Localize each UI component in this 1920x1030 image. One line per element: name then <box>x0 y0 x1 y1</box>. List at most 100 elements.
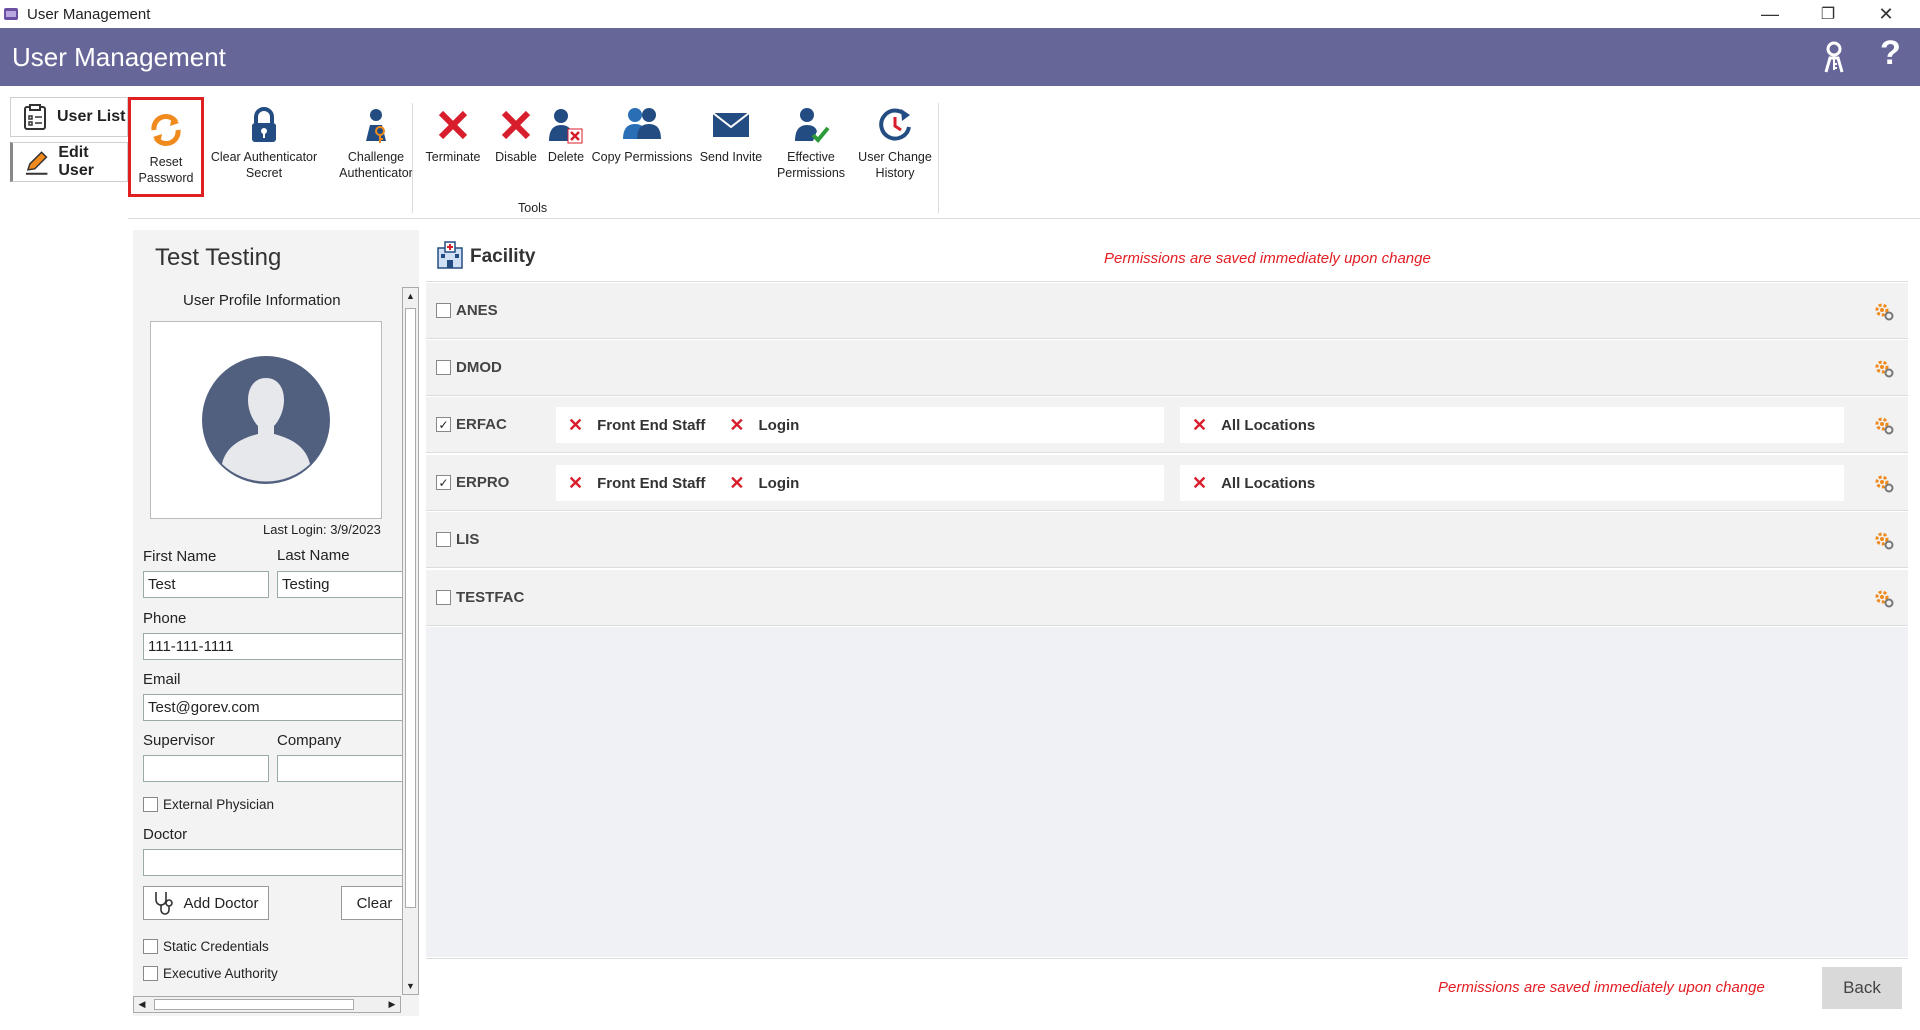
facility-row-anes: ANES <box>426 283 1908 339</box>
disable-button[interactable]: Disable <box>488 95 544 195</box>
facility-checkbox[interactable] <box>436 360 451 375</box>
app-header: User Management ? <box>0 28 1920 86</box>
remove-x-icon[interactable]: ✕ <box>1192 415 1207 436</box>
doctor-label: Doctor <box>143 826 188 843</box>
help-button[interactable]: ? <box>1880 34 1901 73</box>
role-permission-box[interactable]: ✕ Front End Staff ✕ Login <box>556 407 1164 443</box>
scroll-right-arrow-icon[interactable]: ▶ <box>384 997 400 1012</box>
remove-x-icon[interactable]: ✕ <box>1192 473 1207 494</box>
remove-x-icon[interactable]: ✕ <box>568 473 583 494</box>
scroll-up-arrow-icon[interactable]: ▲ <box>403 288 418 304</box>
back-button[interactable]: Back <box>1822 967 1902 1009</box>
executive-authority-label: Executive Authority <box>163 966 278 981</box>
facility-name: DMOD <box>456 359 502 376</box>
email-label: Email <box>143 671 181 688</box>
facility-checkbox[interactable] <box>436 303 451 318</box>
toolbar-group-label: Tools <box>518 201 548 215</box>
gears-icon[interactable] <box>1874 415 1894 435</box>
phone-input[interactable]: 111-111-1111 <box>143 633 407 660</box>
clear-authenticator-secret-button[interactable]: Clear Authenticator Secret <box>206 95 322 195</box>
vertical-scroll-thumb[interactable] <box>405 308 416 908</box>
role-label: Front End Staff <box>597 474 706 492</box>
envelope-icon <box>712 112 750 137</box>
user-change-history-button[interactable]: User Change History <box>852 95 938 195</box>
profile-vertical-scrollbar[interactable]: ▲ ▼ <box>402 287 419 995</box>
location-label: All Locations <box>1221 416 1316 434</box>
facility-checkbox[interactable] <box>436 532 451 547</box>
first-name-input[interactable]: Test <box>143 571 269 598</box>
location-box[interactable]: ✕ All Locations <box>1180 465 1844 501</box>
last-name-input[interactable]: Testing <box>277 571 407 598</box>
page-title: User Management <box>12 42 226 72</box>
challenge-auth-label-2: Authenticator <box>339 166 413 180</box>
location-box[interactable]: ✕ All Locations <box>1180 407 1844 443</box>
facility-row-lis: LIS <box>426 512 1908 568</box>
facility-row-erfac: ✓ ERFAC ✕ Front End Staff ✕ Login ✕ All … <box>426 397 1908 453</box>
remove-x-icon[interactable]: ✕ <box>729 415 744 436</box>
tab-user-list[interactable]: User List <box>10 97 128 137</box>
facility-checkbox[interactable] <box>436 590 451 605</box>
add-doctor-label: Add Doctor <box>183 894 259 912</box>
disable-label: Disable <box>495 150 537 164</box>
doctor-input[interactable] <box>143 849 407 876</box>
clear-doctor-button[interactable]: Clear <box>341 886 407 920</box>
effective-permissions-label-1: Effective <box>787 150 835 164</box>
executive-authority-checkbox[interactable] <box>143 966 158 981</box>
static-credentials-checkbox[interactable] <box>143 939 158 954</box>
minimize-button[interactable]: — <box>1742 0 1798 28</box>
email-input[interactable]: Test@gorev.com <box>143 694 407 721</box>
supervisor-input[interactable] <box>143 755 269 782</box>
facility-name: ERPRO <box>456 474 510 491</box>
remove-x-icon[interactable]: ✕ <box>729 473 744 494</box>
close-button[interactable]: ✕ <box>1858 0 1914 28</box>
facility-header: Facility Permissions are saved immediate… <box>426 230 1908 282</box>
terminate-label: Terminate <box>425 150 481 164</box>
facility-checkbox[interactable]: ✓ <box>436 475 451 490</box>
tab-edit-user[interactable]: Edit User <box>10 142 128 182</box>
copy-permissions-button[interactable]: Copy Permissions <box>590 95 694 195</box>
scroll-left-arrow-icon[interactable]: ◀ <box>134 997 150 1012</box>
add-doctor-button[interactable]: Add Doctor <box>143 886 269 920</box>
send-invite-label: Send Invite <box>699 150 763 164</box>
first-name-label: First Name <box>143 548 217 565</box>
facility-name: ERFAC <box>456 416 507 433</box>
restore-button[interactable]: ❐ <box>1800 0 1856 28</box>
external-physician-checkbox[interactable] <box>143 797 158 812</box>
permission-label: Login <box>758 416 800 434</box>
effective-permissions-button[interactable]: Effective Permissions <box>766 95 856 195</box>
user-check-icon <box>795 108 830 143</box>
padlock-icon <box>252 107 276 142</box>
scroll-down-arrow-icon[interactable]: ▼ <box>403 978 418 994</box>
gears-icon[interactable] <box>1874 358 1894 378</box>
user-name-heading: Test Testing <box>155 244 282 271</box>
horizontal-scroll-thumb[interactable] <box>154 999 354 1010</box>
key-user-icon[interactable] <box>1814 38 1854 78</box>
external-physician-label: External Physician <box>163 797 275 812</box>
gears-icon[interactable] <box>1874 530 1894 550</box>
role-permission-box[interactable]: ✕ Front End Staff ✕ Login <box>556 465 1164 501</box>
gears-icon[interactable] <box>1874 588 1894 608</box>
send-invite-button[interactable]: Send Invite <box>696 95 766 195</box>
supervisor-label: Supervisor <box>143 732 215 749</box>
toolbar-separator <box>938 103 939 213</box>
gears-icon[interactable] <box>1874 301 1894 321</box>
facility-checkbox[interactable]: ✓ <box>436 417 451 432</box>
users-icon <box>623 108 661 139</box>
facility-name: LIS <box>456 531 480 548</box>
profile-horizontal-scrollbar[interactable]: ◀ ▶ <box>133 996 401 1013</box>
facility-row-erpro: ✓ ERPRO ✕ Front End Staff ✕ Login ✕ All … <box>426 455 1908 511</box>
facility-title: Facility <box>470 246 536 267</box>
role-label: Front End Staff <box>597 416 706 434</box>
window-title: User Management <box>27 6 151 23</box>
reset-password-button[interactable]: Reset Password <box>128 97 204 197</box>
terminate-button[interactable]: Terminate <box>418 95 488 195</box>
refresh-icon <box>151 114 181 146</box>
toolbar-ribbon: Reset Password Clear Authenticator Secre… <box>128 95 1920 219</box>
delete-button[interactable]: Delete <box>542 95 590 195</box>
gears-icon[interactable] <box>1874 473 1894 493</box>
company-input[interactable] <box>277 755 407 782</box>
company-label: Company <box>277 732 342 749</box>
location-label: All Locations <box>1221 474 1316 492</box>
remove-x-icon[interactable]: ✕ <box>568 415 583 436</box>
challenge-authenticator-button[interactable]: Challenge Authenticator <box>320 95 432 195</box>
